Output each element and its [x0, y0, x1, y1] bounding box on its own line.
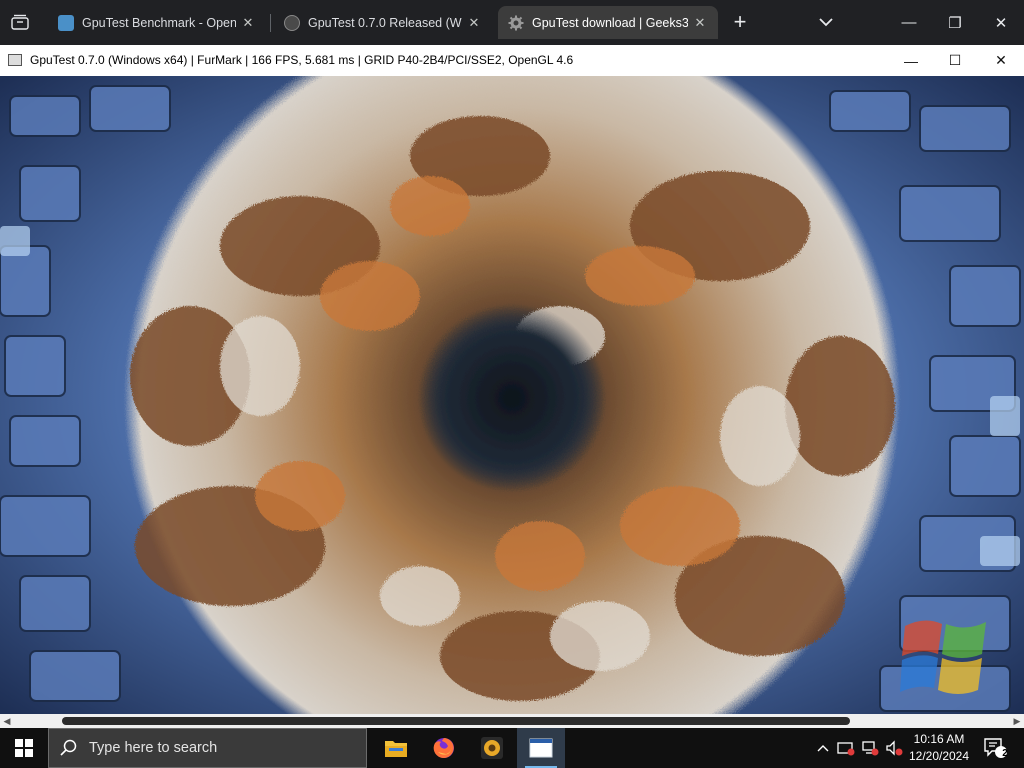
search-placeholder: Type here to search — [89, 740, 218, 756]
gputest-icon — [481, 737, 503, 759]
scroll-left-arrow-icon[interactable]: ◀ — [0, 714, 14, 728]
furmark-scene — [0, 76, 1024, 714]
browser-close-button[interactable]: ✕ — [978, 0, 1024, 45]
tab-close-icon[interactable]: ✕ — [692, 15, 708, 31]
furmark-render-viewport[interactable] — [0, 76, 1024, 714]
tab-gputest-download[interactable]: GpuTest download | Geeks3D ✕ — [498, 6, 718, 39]
openbenchmark-favicon-icon — [58, 14, 74, 31]
browser-tab-strip: GpuTest Benchmark - OpenBen ✕ GpuTest 0.… — [0, 0, 1024, 45]
app-close-button[interactable]: ✕ — [978, 45, 1024, 76]
tray-network-button[interactable] — [859, 728, 881, 768]
firefox-icon — [433, 738, 454, 758]
tab-openbenchmark[interactable]: GpuTest Benchmark - OpenBen ✕ — [48, 6, 266, 39]
notification-center-button[interactable]: 2 — [978, 728, 1014, 768]
browser-minimize-button[interactable]: — — [886, 0, 932, 45]
show-hidden-icons-button[interactable] — [813, 728, 833, 768]
tray-security-button[interactable] — [835, 728, 857, 768]
taskbar-gputest-window[interactable] — [517, 728, 565, 768]
notification-count-badge: 2 — [1002, 748, 1008, 759]
scrollbar-thumb[interactable] — [62, 717, 850, 725]
taskbar-firefox[interactable] — [420, 728, 468, 768]
app-title-bar: GpuTest 0.7.0 (Windows x64) | FurMark | … — [0, 45, 1024, 76]
tab-title: GpuTest 0.7.0 Released (Win / L — [308, 15, 462, 30]
volume-muted-icon — [886, 740, 903, 756]
tray-volume-button[interactable] — [883, 728, 905, 768]
chevron-up-icon — [817, 745, 829, 752]
app-window-icon — [529, 738, 553, 758]
app-minimize-button[interactable]: — — [888, 45, 934, 76]
tab-separator — [270, 14, 271, 32]
start-button[interactable] — [0, 728, 48, 768]
clock-date: 12/20/2024 — [908, 749, 970, 763]
search-icon — [49, 728, 89, 768]
app-maximize-button[interactable]: ☐ — [932, 45, 978, 76]
geeks3d-favicon-icon — [284, 14, 300, 31]
tab-close-icon[interactable]: ✕ — [240, 15, 256, 31]
tab-search-button[interactable] — [814, 10, 838, 34]
taskbar-clock[interactable]: 10:16 AM 12/20/2024 — [906, 731, 972, 765]
tab-close-icon[interactable]: ✕ — [466, 15, 482, 31]
chevron-down-icon — [819, 18, 833, 27]
windows-taskbar: Type here to search 10:16 AM 12/20/2024 … — [0, 728, 1024, 768]
security-alert-icon — [837, 742, 855, 756]
new-tab-button[interactable]: + — [727, 9, 753, 35]
app-window-title: GpuTest 0.7.0 (Windows x64) | FurMark | … — [30, 53, 574, 67]
tab-title: GpuTest download | Geeks3D — [532, 15, 688, 30]
scroll-right-arrow-icon[interactable]: ▶ — [1010, 714, 1024, 728]
gear-favicon-icon — [508, 15, 524, 31]
tab-title: GpuTest Benchmark - OpenBen — [82, 15, 236, 30]
taskbar-search-box[interactable]: Type here to search — [48, 728, 367, 768]
app-window-icon — [8, 54, 22, 66]
clock-time: 10:16 AM — [913, 732, 965, 746]
network-disconnected-icon — [862, 741, 879, 756]
tab-actions-icon — [11, 14, 29, 30]
tab-gputest-released[interactable]: GpuTest 0.7.0 Released (Win / L ✕ — [274, 6, 492, 39]
taskbar-file-explorer[interactable] — [372, 728, 420, 768]
folder-icon — [385, 741, 407, 757]
horizontal-scrollbar[interactable]: ◀ ▶ — [0, 714, 1024, 728]
taskbar-gputest[interactable] — [468, 728, 516, 768]
windows-logo-icon — [15, 739, 33, 757]
browser-restore-button[interactable]: ❐ — [932, 0, 978, 45]
tab-actions-button[interactable] — [6, 8, 34, 36]
